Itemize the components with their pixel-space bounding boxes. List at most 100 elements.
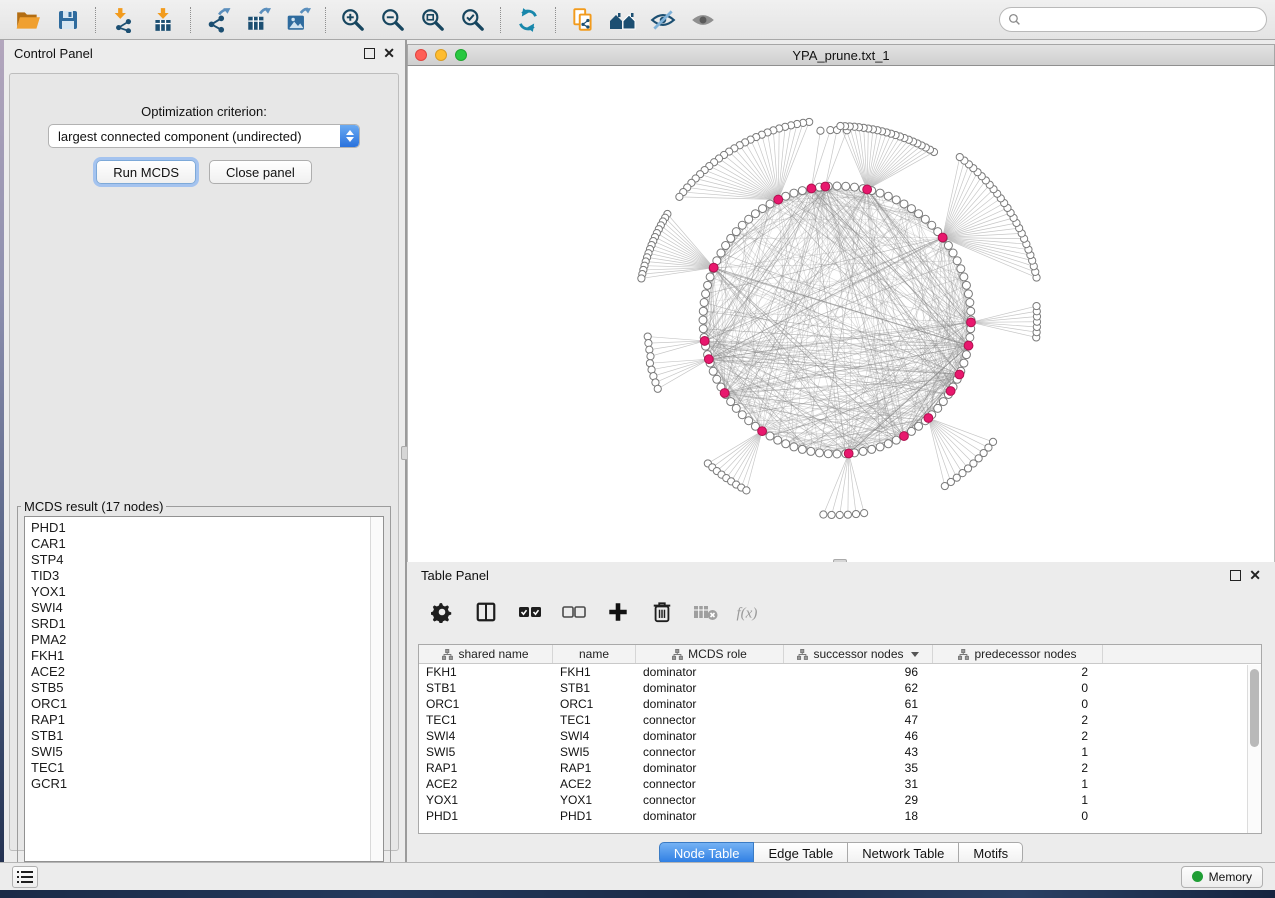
add-column-icon[interactable] <box>603 597 633 627</box>
mcds-result-item[interactable]: STP4 <box>31 552 383 568</box>
mcds-result-item[interactable]: YOX1 <box>31 584 383 600</box>
mcds-result-item[interactable]: STB5 <box>31 680 383 696</box>
table-cell[interactable]: ACE2 <box>553 777 636 791</box>
save-session-icon[interactable] <box>48 4 88 36</box>
table-cell[interactable]: dominator <box>636 761 784 775</box>
close-panel-icon[interactable]: ✕ <box>383 48 395 59</box>
table-cell[interactable]: RAP1 <box>419 761 553 775</box>
table-row[interactable]: SWI4SWI4dominator462 <box>419 728 1261 744</box>
table-cell[interactable]: 0 <box>933 681 1103 695</box>
delete-column-icon[interactable] <box>647 597 677 627</box>
table-cell[interactable]: 46 <box>784 729 933 743</box>
table-cell[interactable]: SWI5 <box>419 745 553 759</box>
table-cell[interactable]: 0 <box>933 697 1103 711</box>
column-header-predecessor-nodes[interactable]: predecessor nodes <box>933 645 1103 663</box>
mcds-result-item[interactable]: ORC1 <box>31 696 383 712</box>
table-cell[interactable]: 18 <box>784 809 933 823</box>
table-cell[interactable]: connector <box>636 777 784 791</box>
table-cell[interactable]: FKH1 <box>419 665 553 679</box>
mcds-result-item[interactable]: GCR1 <box>31 776 383 792</box>
column-header-shared-name[interactable]: shared name <box>419 645 553 663</box>
table-row[interactable]: TEC1TEC1connector472 <box>419 712 1261 728</box>
table-cell[interactable]: FKH1 <box>553 665 636 679</box>
first-neighbors-icon[interactable] <box>603 4 643 36</box>
mcds-result-item[interactable]: SRD1 <box>31 616 383 632</box>
table-cell[interactable]: PHD1 <box>553 809 636 823</box>
table-cell[interactable]: SWI4 <box>553 729 636 743</box>
table-cell[interactable]: connector <box>636 793 784 807</box>
table-cell[interactable]: TEC1 <box>419 713 553 727</box>
table-cell[interactable]: STB1 <box>419 681 553 695</box>
table-cell[interactable]: dominator <box>636 665 784 679</box>
column-header-MCDS-role[interactable]: MCDS role <box>636 645 784 663</box>
open-file-icon[interactable] <box>8 4 48 36</box>
table-cell[interactable]: 35 <box>784 761 933 775</box>
import-network-icon[interactable] <box>103 4 143 36</box>
zoom-in-icon[interactable] <box>333 4 373 36</box>
table-cell[interactable]: 2 <box>933 665 1103 679</box>
show-all-icon[interactable] <box>683 4 723 36</box>
table-row[interactable]: ACE2ACE2connector311 <box>419 776 1261 792</box>
table-cell[interactable]: 47 <box>784 713 933 727</box>
table-cell[interactable]: 2 <box>933 729 1103 743</box>
export-image-icon[interactable] <box>278 4 318 36</box>
table-cell[interactable]: 1 <box>933 745 1103 759</box>
table-cell[interactable]: dominator <box>636 681 784 695</box>
table-row[interactable]: FKH1FKH1dominator962 <box>419 664 1261 680</box>
show-columns-icon[interactable] <box>471 597 501 627</box>
mcds-result-item[interactable]: ACE2 <box>31 664 383 680</box>
select-all-checkboxes-icon[interactable] <box>515 597 545 627</box>
table-cell[interactable]: RAP1 <box>553 761 636 775</box>
table-cell[interactable]: dominator <box>636 697 784 711</box>
column-header-successor-nodes[interactable]: successor nodes <box>784 645 933 663</box>
table-options-gear-icon[interactable] <box>427 597 457 627</box>
import-table-icon[interactable] <box>143 4 183 36</box>
task-history-button[interactable] <box>12 866 38 888</box>
network-titlebar[interactable]: YPA_prune.txt_1 <box>407 44 1275 66</box>
table-cell[interactable]: PHD1 <box>419 809 553 823</box>
export-network-icon[interactable] <box>198 4 238 36</box>
mcds-result-item[interactable]: SWI4 <box>31 600 383 616</box>
tab-node-table[interactable]: Node Table <box>659 842 755 864</box>
table-row[interactable]: YOX1YOX1connector291 <box>419 792 1261 808</box>
table-cell[interactable]: SWI5 <box>553 745 636 759</box>
table-row[interactable]: PHD1PHD1dominator180 <box>419 808 1261 824</box>
tab-network-table[interactable]: Network Table <box>848 842 959 864</box>
table-cell[interactable]: 1 <box>933 793 1103 807</box>
table-cell[interactable]: 96 <box>784 665 933 679</box>
table-cell[interactable]: 31 <box>784 777 933 791</box>
mcds-result-item[interactable]: CAR1 <box>31 536 383 552</box>
mcds-result-item[interactable]: PMA2 <box>31 632 383 648</box>
table-cell[interactable]: dominator <box>636 809 784 823</box>
table-cell[interactable]: 0 <box>933 809 1103 823</box>
mcds-result-item[interactable]: TEC1 <box>31 760 383 776</box>
table-row[interactable]: STB1STB1dominator620 <box>419 680 1261 696</box>
table-cell[interactable]: YOX1 <box>419 793 553 807</box>
refresh-view-icon[interactable] <box>508 4 548 36</box>
table-cell[interactable]: 2 <box>933 713 1103 727</box>
mcds-result-item[interactable]: TID3 <box>31 568 383 584</box>
close-panel-button[interactable]: Close panel <box>209 160 312 184</box>
mcds-list-scrollbar[interactable] <box>370 517 383 861</box>
tab-motifs[interactable]: Motifs <box>959 842 1023 864</box>
search-input[interactable] <box>1026 13 1258 27</box>
table-cell[interactable]: connector <box>636 713 784 727</box>
duplicate-network-icon[interactable] <box>563 4 603 36</box>
run-mcds-button[interactable]: Run MCDS <box>96 160 196 184</box>
table-cell[interactable]: ACE2 <box>419 777 553 791</box>
table-cell[interactable]: TEC1 <box>553 713 636 727</box>
mcds-result-item[interactable]: SWI5 <box>31 744 383 760</box>
mcds-result-item[interactable]: RAP1 <box>31 712 383 728</box>
network-canvas[interactable] <box>407 66 1275 562</box>
zoom-fit-icon[interactable] <box>413 4 453 36</box>
table-cell[interactable]: dominator <box>636 729 784 743</box>
table-cell[interactable]: 2 <box>933 761 1103 775</box>
table-cell[interactable]: 62 <box>784 681 933 695</box>
export-table-icon[interactable] <box>238 4 278 36</box>
table-cell[interactable]: 43 <box>784 745 933 759</box>
hide-selected-icon[interactable] <box>643 4 683 36</box>
table-cell[interactable]: 1 <box>933 777 1103 791</box>
table-scrollbar[interactable] <box>1247 665 1261 833</box>
zoom-selected-icon[interactable] <box>453 4 493 36</box>
table-cell[interactable]: YOX1 <box>553 793 636 807</box>
